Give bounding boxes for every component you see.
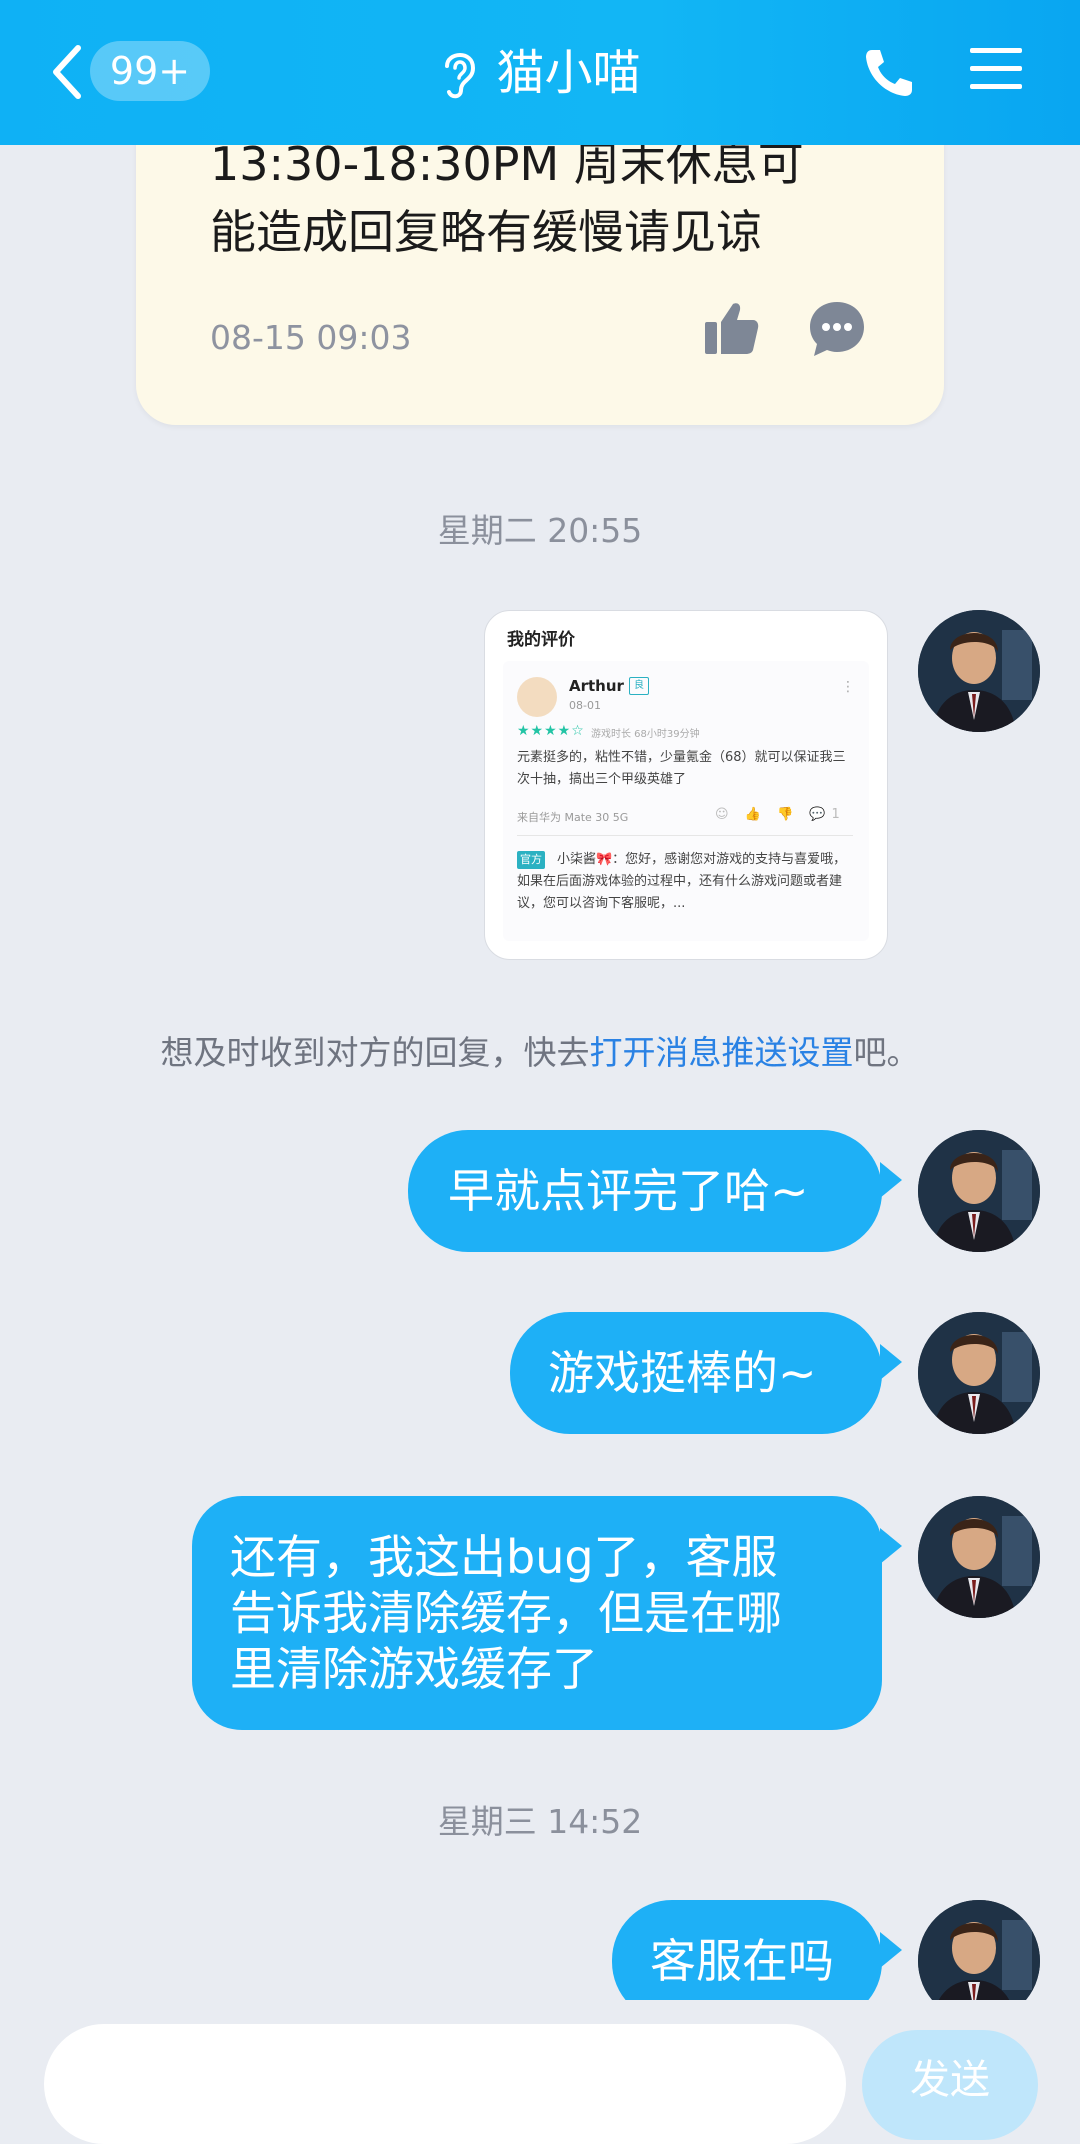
avatar[interactable] — [918, 610, 1040, 732]
message-bubble[interactable]: 还有，我这出bug了，客服 告诉我清除缓存，但是在哪 里清除游戏缓存了 — [192, 1496, 882, 1730]
date-separator: 星期三 14:52 — [437, 1802, 643, 1841]
image-review-title: 我的评价 — [507, 630, 575, 650]
push-notice-suffix: 吧。 — [853, 1033, 920, 1072]
image-message[interactable]: 我的评价 Arthur 良 08-01 ⋮ ★★★★☆ 游戏时长 68小时39分… — [484, 610, 888, 960]
message-text-line: 还有，我这出bug了，客服 — [230, 1530, 778, 1584]
pinned-message-line: 能造成回复略有缓慢请见谅 — [210, 205, 762, 259]
review-actions: ☺ 👍 👎 💬1 — [715, 807, 846, 822]
push-notice-prefix: 想及时收到对方的回复，快去 — [160, 1033, 590, 1072]
message-text-line: 里清除游戏缓存了 — [230, 1642, 598, 1696]
message-input[interactable] — [44, 2024, 846, 2144]
reviewer-tag: 良 — [629, 677, 649, 695]
send-button[interactable]: 发送 — [862, 2030, 1038, 2140]
avatar[interactable] — [918, 1496, 1040, 1618]
avatar[interactable] — [918, 1130, 1040, 1252]
date-separator: 星期二 20:55 — [437, 511, 643, 550]
review-playtime: 游戏时长 68小时39分钟 — [591, 729, 700, 740]
rating-stars: ★★★★☆ — [517, 723, 585, 739]
ear-icon — [445, 53, 476, 99]
bubble-tail — [880, 1932, 902, 1968]
reviewer-avatar — [517, 677, 557, 717]
bubble-tail — [880, 1344, 902, 1380]
pinned-message-text: 13:30-18:30PM 周末休息可 能造成回复略有缓慢请见谅 — [210, 130, 910, 266]
chat-title-wrap: 猫小喵 — [0, 40, 1080, 106]
thumb-up-icon[interactable] — [701, 298, 761, 358]
chat-header: 99+ 猫小喵 — [0, 0, 1080, 145]
avatar[interactable] — [918, 1312, 1040, 1434]
more-icon: ⋮ — [841, 679, 855, 695]
message-bubble[interactable]: 早就点评完了哈~ — [408, 1130, 882, 1252]
phone-icon[interactable] — [860, 44, 916, 100]
review-card: Arthur 良 08-01 ⋮ ★★★★☆ 游戏时长 68小时39分钟 元素挺… — [503, 661, 869, 941]
official-reply-text: 小柒酱🎀：您好，感谢您对游戏的支持与喜爱哦，如果在后面游戏体验的过程中，还有什么… — [517, 852, 847, 911]
message-bubble[interactable]: 游戏挺棒的~ — [510, 1312, 882, 1434]
pinned-message-time: 08-15 09:03 — [210, 318, 412, 357]
review-date: 08-01 — [569, 699, 601, 712]
bubble-tail — [880, 1162, 902, 1198]
reviewer-name: Arthur — [569, 677, 624, 695]
bubble-tail — [880, 1528, 902, 1564]
message-text-line: 告诉我清除缓存，但是在哪 — [230, 1586, 782, 1640]
divider — [517, 835, 853, 836]
review-text: 元素挺多的，粘性不错，少量氪金（68）就可以保证我三次十抽，搞出三个甲级英雄了 — [517, 750, 846, 787]
push-notice: 想及时收到对方的回复，快去打开消息推送设置吧。 — [0, 1026, 1080, 1074]
official-tag: 官方 — [517, 851, 545, 869]
message-text: 早就点评完了哈~ — [448, 1164, 809, 1218]
menu-icon[interactable] — [968, 44, 1024, 94]
input-bar: 发送 — [0, 2000, 1080, 2144]
review-device: 来自华为 Mate 30 5G — [517, 811, 629, 824]
push-settings-link[interactable]: 打开消息推送设置 — [590, 1033, 854, 1072]
message-text: 游戏挺棒的~ — [548, 1346, 817, 1400]
comment-icon[interactable] — [806, 298, 868, 360]
chat-title: 猫小喵 — [496, 45, 641, 101]
message-text: 客服在吗 — [650, 1934, 834, 1988]
